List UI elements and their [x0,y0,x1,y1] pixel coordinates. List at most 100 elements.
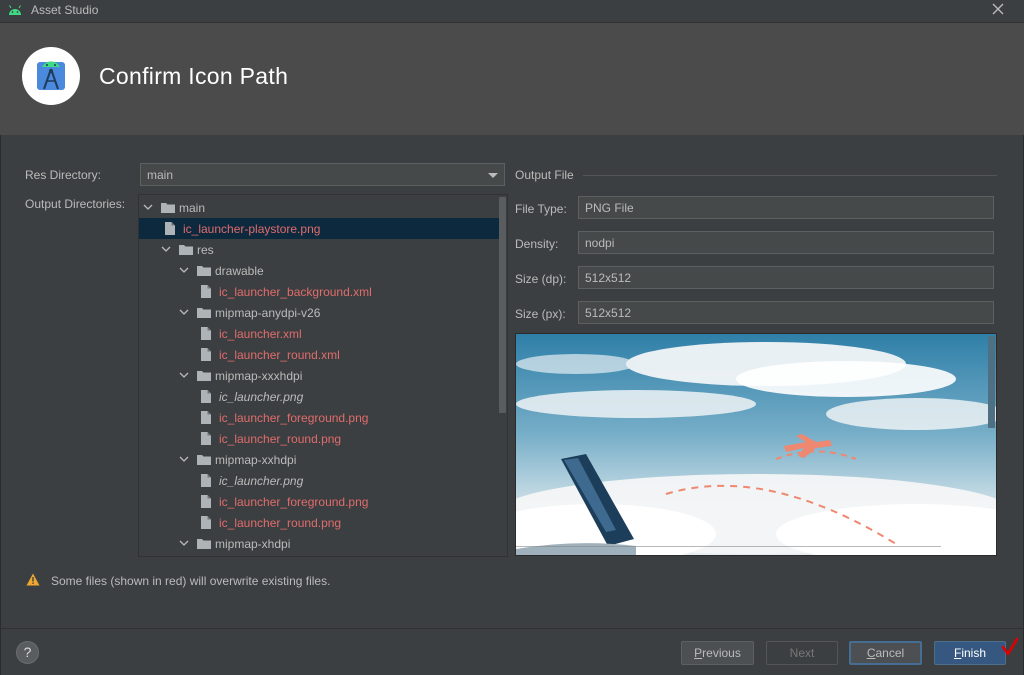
tree-item-label: ic_launcher.png [219,390,304,404]
folder-icon [197,539,211,549]
file-icon [201,348,211,361]
file-icon [201,474,211,487]
res-directory-value: main [147,168,174,182]
tree-item-label: ic_launcher.xml [219,327,302,341]
preview-picture [516,334,996,555]
tree-folder-row[interactable]: mipmap-xxhdpi [139,449,499,470]
preview-scrollbar[interactable] [988,336,995,428]
tree-file-row[interactable]: ic_launcher_foreground.png [139,491,499,512]
folder-icon [197,455,211,465]
tree-folder-row[interactable]: mipmap-xhdpi [139,533,499,554]
folder-icon [179,245,193,255]
size-dp-label: Size (dp): [515,272,567,286]
close-icon[interactable] [990,1,1006,17]
size-dp-field: 512x512 [578,266,994,289]
density-field: nodpi [578,231,994,254]
section-divider [583,175,997,176]
tree-item-label: drawable [215,264,264,278]
tree-folder-row[interactable]: res [139,239,499,260]
help-button[interactable]: ? [16,641,39,664]
tree-file-row[interactable]: ic_launcher_foreground.png [139,407,499,428]
size-px-label: Size (px): [515,307,566,321]
file-icon [201,495,211,508]
tree-file-row[interactable]: ic_launcher.png [139,470,499,491]
chevron-down-icon[interactable] [179,307,189,317]
chevron-down-icon[interactable] [179,265,189,275]
file-icon [201,285,211,298]
size-dp-value: 512x512 [585,271,632,285]
chevron-down-icon[interactable] [179,454,189,464]
output-directories-tree[interactable]: main ic_launcher-playstore.pngres drawable… [138,194,508,557]
previous-mnemonic: P [694,646,703,660]
file-icon [201,390,211,403]
tree-item-label: main [179,201,206,215]
warning-icon [26,573,40,586]
tree-item-label: mipmap-xxxhdpi [215,369,303,383]
size-px-field: 512x512 [578,301,994,324]
dialog-header: Confirm Icon Path [0,22,1024,135]
tree-item-label: ic_launcher_foreground.png [219,411,369,425]
tree-item-label: ic_launcher_round.png [219,432,342,446]
window-title: Asset Studio [31,3,99,17]
output-file-section-title: Output File [515,168,574,182]
file-type-field: PNG File [578,196,994,219]
tree-file-row[interactable]: ic_launcher_round.png [139,428,499,449]
tree-item-label: ic_launcher_foreground.png [219,495,369,509]
warning-text: Some files (shown in red) will overwrite… [51,574,331,588]
finish-button[interactable]: Finish [934,641,1006,665]
size-px-value: 512x512 [585,306,632,320]
folder-icon [197,266,211,276]
tree-item-label: ic_launcher_round.png [219,516,342,530]
file-icon [201,327,211,340]
cancel-label: ancel [875,646,905,660]
chevron-down-icon[interactable] [179,370,189,380]
tree-item-label: mipmap-xhdpi [215,537,291,551]
window-titlebar: Asset Studio [0,0,1024,22]
tree-file-row[interactable]: ic_launcher_round.xml [139,344,499,365]
file-type-label: File Type: [515,202,567,216]
cancel-button[interactable]: Cancel [849,641,922,665]
icon-preview-image [515,333,997,556]
output-directories-label: Output Directories: [25,197,126,211]
tree-file-row[interactable]: ic_launcher.xml [139,323,499,344]
footer-divider [0,628,1024,629]
res-directory-dropdown[interactable]: main [140,163,505,186]
file-type-value: PNG File [585,201,634,215]
chevron-down-icon[interactable] [179,538,189,548]
chevron-down-icon[interactable] [143,202,153,212]
density-value: nodpi [585,236,615,250]
tree-file-row[interactable]: ic_launcher-playstore.png [139,218,499,239]
previous-button[interactable]: Previous [681,641,754,665]
file-icon [201,516,211,529]
tree-item-label: mipmap-anydpi-v26 [215,306,321,320]
tree-file-row[interactable]: ic_launcher_round.png [139,512,499,533]
file-icon [165,222,175,235]
finish-label: inish [961,646,987,660]
tree-folder-row[interactable]: main [139,197,499,218]
file-icon [201,432,211,445]
tree-scrollbar[interactable] [499,197,506,413]
density-label: Density: [515,237,559,251]
android-studio-logo [22,47,80,105]
tree-file-row[interactable]: ic_launcher.png [139,386,499,407]
tree-folder-row[interactable]: drawable [139,260,499,281]
tree-folder-row[interactable]: mipmap-xxxhdpi [139,365,499,386]
folder-icon [197,308,211,318]
chevron-down-icon[interactable] [161,244,171,254]
tree-file-row[interactable]: ic_launcher_background.xml [139,281,499,302]
android-studio-icon [37,61,65,90]
chevron-down-icon [488,173,498,178]
folder-icon [197,371,211,381]
next-button[interactable]: Next [766,641,838,665]
previous-label: revious [702,646,741,660]
folder-icon [161,203,175,213]
tree-item-label: ic_launcher.png [219,474,304,488]
red-checkmark-annotation [1001,637,1019,656]
tree-item-label: ic_launcher_background.xml [219,285,372,299]
tree-item-label: mipmap-xxhdpi [215,453,297,467]
file-icon [201,411,211,424]
tree-item-label: ic_launcher-playstore.png [183,222,321,236]
tree-item-label: res [197,243,214,257]
tree-folder-row[interactable]: mipmap-anydpi-v26 [139,302,499,323]
res-directory-label: Res Directory: [25,168,102,182]
